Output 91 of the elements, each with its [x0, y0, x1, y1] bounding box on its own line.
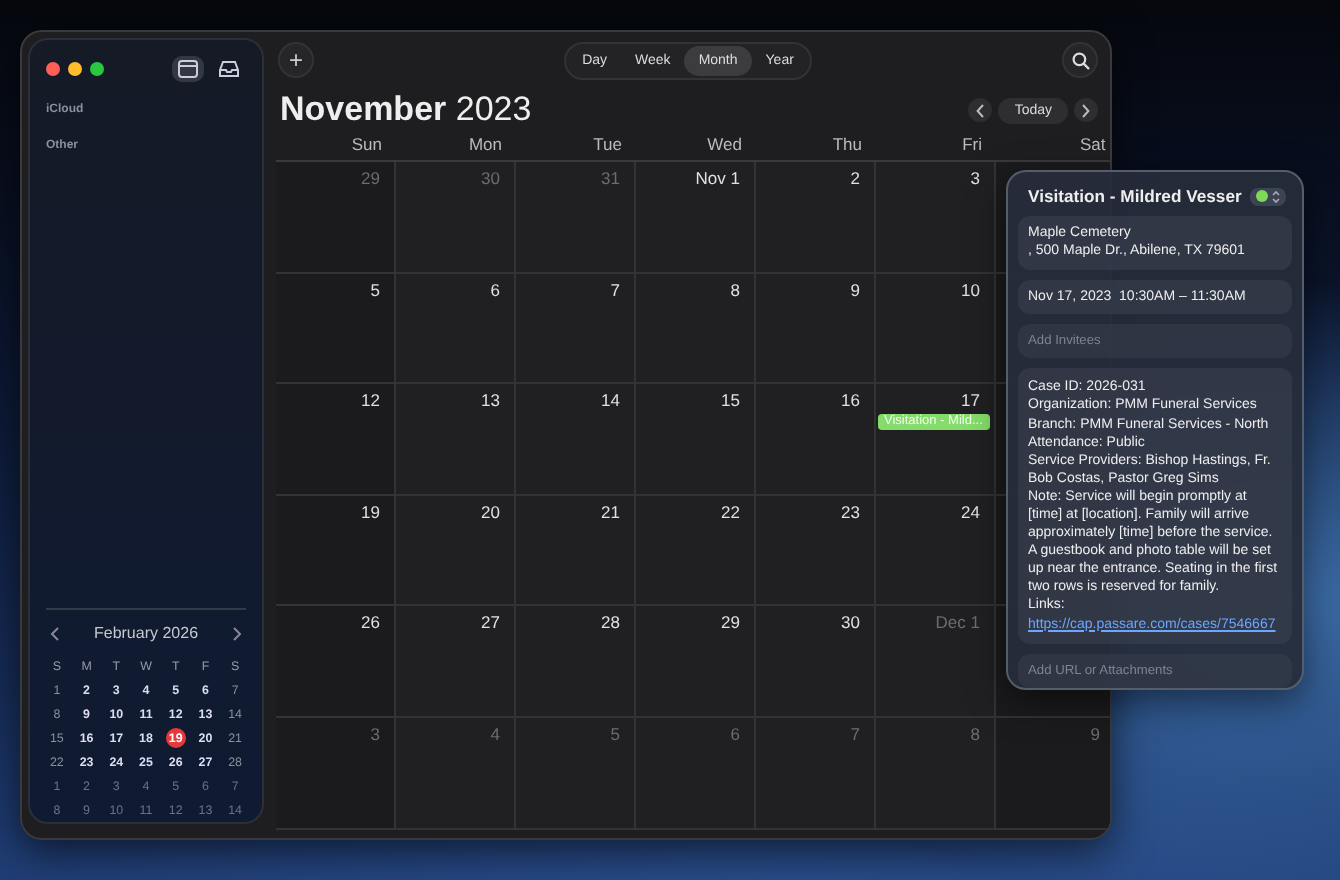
- day-number: 3: [370, 723, 382, 744]
- day-number: 7: [850, 723, 862, 744]
- next-month-button[interactable]: [1074, 98, 1098, 122]
- day-cell[interactable]: 12: [276, 384, 396, 496]
- inbox-icon: [218, 59, 240, 77]
- day-number: 30: [481, 168, 502, 188]
- chevron-left-icon: [976, 103, 985, 117]
- day-number: 8: [970, 723, 982, 744]
- day-number: 26: [361, 612, 382, 633]
- day-cell[interactable]: 14: [516, 384, 636, 496]
- day-number: 6: [490, 279, 502, 300]
- up-down-chevron-icon: [1272, 189, 1280, 203]
- day-cell[interactable]: Nov 1: [636, 162, 756, 274]
- search-icon: [1071, 51, 1090, 69]
- sidebar-icon: [178, 59, 198, 77]
- weekday-header: Tue: [591, 134, 624, 158]
- month-title: February 2026: [93, 624, 199, 643]
- day-number: 5: [610, 723, 622, 744]
- month-title: November 2023: [280, 90, 532, 130]
- chevron-left-icon: [50, 625, 60, 642]
- day-number: 10: [961, 279, 982, 300]
- day-number: 6: [730, 723, 742, 744]
- day-number: 29: [721, 612, 742, 633]
- day-number: 29: [361, 168, 382, 188]
- previous-month-button[interactable]: [968, 98, 993, 122]
- day-number: 24: [961, 501, 982, 522]
- day-number: 12: [361, 390, 382, 411]
- weekday-header: Sun: [349, 134, 384, 158]
- day-number: Nov 1: [695, 168, 742, 188]
- day-cell[interactable]: 27: [396, 606, 516, 718]
- day-number: 4: [490, 723, 502, 744]
- day-cell[interactable]: 3: [876, 162, 996, 274]
- day-cell[interactable]: 10: [876, 273, 996, 385]
- day-cell[interactable]: 19: [276, 495, 396, 607]
- weekday-header: Fri: [960, 134, 984, 158]
- day-number: 30: [841, 612, 862, 633]
- day-number: 17: [961, 390, 982, 411]
- day-cell[interactable]: 24: [876, 495, 996, 607]
- day-cell[interactable]: 16: [756, 384, 876, 496]
- day-cell[interactable]: 7: [516, 273, 636, 385]
- day-number: 15: [721, 390, 742, 411]
- day-number: 16: [841, 390, 862, 411]
- day-cell[interactable]: 6: [396, 273, 516, 385]
- day-number: 9: [850, 279, 862, 300]
- event-title: Visitation - Mildred Vesser: [1028, 186, 1242, 206]
- day-number: Dec 1: [935, 612, 982, 633]
- previous-month-button[interactable]: [50, 625, 60, 642]
- weekday-header: Thu: [830, 134, 864, 158]
- add-event-button[interactable]: +: [278, 42, 314, 78]
- day-number: 27: [481, 612, 502, 633]
- calendar-color-picker[interactable]: [1250, 187, 1286, 205]
- weekday-header: Wed: [705, 134, 744, 158]
- calendar-list-button[interactable]: [172, 55, 204, 81]
- close-button[interactable]: [46, 61, 60, 75]
- search-button[interactable]: [1062, 42, 1099, 78]
- chevron-right-icon: [232, 625, 242, 642]
- day-number: 23: [841, 501, 862, 522]
- day-number: 31: [601, 168, 622, 188]
- day-cell[interactable]: 26: [276, 606, 396, 718]
- weekday-header: Mon: [466, 134, 504, 158]
- day-cell[interactable]: 20: [396, 495, 516, 607]
- day-cell[interactable]: 15: [636, 384, 756, 496]
- day-cell[interactable]: 13: [396, 384, 516, 496]
- zoom-button[interactable]: [90, 61, 104, 75]
- day-number: 19: [361, 501, 382, 522]
- day-number: 13: [481, 390, 502, 411]
- day-cell[interactable]: 28: [516, 606, 636, 718]
- day-cell[interactable]: 29: [636, 606, 756, 718]
- day-number: 28: [601, 612, 622, 633]
- day-cell[interactable]: 21: [516, 495, 636, 607]
- minimize-button[interactable]: [68, 61, 82, 75]
- day-cell[interactable]: 22: [636, 495, 756, 607]
- day-number: 5: [370, 279, 382, 300]
- day-number: 3: [970, 168, 982, 188]
- day-number: 14: [601, 390, 622, 411]
- chevron-right-icon: [1082, 103, 1090, 117]
- day-number: 20: [481, 501, 502, 522]
- next-month-button[interactable]: [232, 625, 242, 642]
- day-number: 7: [610, 279, 622, 300]
- weekday-header: Sat: [1078, 134, 1108, 158]
- day-cell[interactable]: 9: [756, 273, 876, 385]
- day-cell[interactable]: 5: [276, 273, 396, 385]
- day-number: 8: [730, 279, 742, 300]
- day-cell[interactable]: 30: [756, 606, 876, 718]
- day-cell[interactable]: 8: [636, 273, 756, 385]
- day-number: 9: [1090, 723, 1102, 744]
- day-cell[interactable]: 23: [756, 495, 876, 607]
- day-cell[interactable]: 2: [756, 162, 876, 274]
- day-number: 22: [721, 501, 742, 522]
- day-number: 21: [601, 501, 622, 522]
- day-number: 2: [850, 168, 862, 188]
